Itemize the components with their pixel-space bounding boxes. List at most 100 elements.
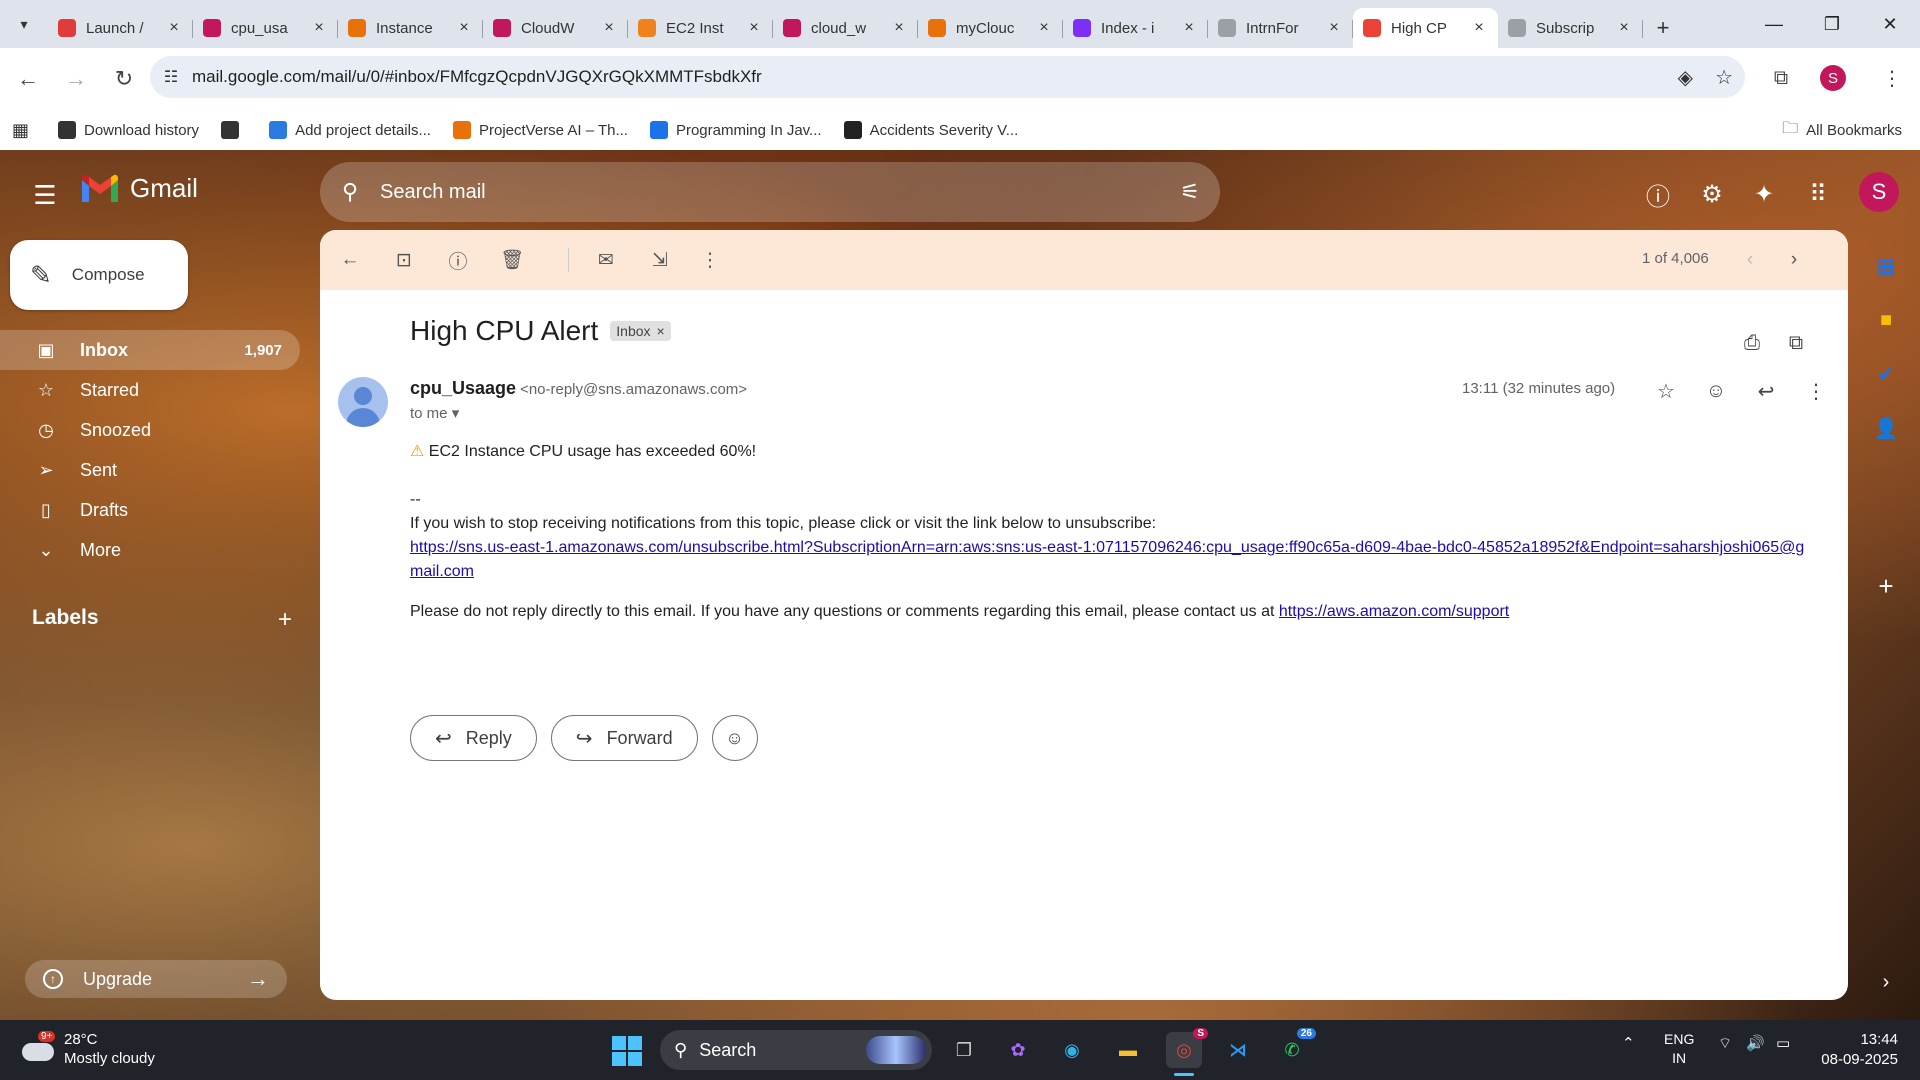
compose-button[interactable]: ✎ Compose — [10, 240, 188, 310]
site-info-icon[interactable]: ☷ — [150, 67, 192, 87]
system-clock[interactable]: 13:44 08-09-2025 — [1818, 1030, 1898, 1070]
tab-close-icon[interactable]: × — [1470, 19, 1488, 37]
report-spam-icon[interactable]: ⓘ — [440, 242, 476, 278]
nav-item-starred[interactable]: ☆ Starred — [0, 370, 300, 410]
main-menu-icon[interactable]: ☰ — [30, 180, 60, 210]
reply-button[interactable]: ↩ Reply — [410, 715, 537, 761]
back-to-inbox-icon[interactable]: ← — [332, 242, 368, 278]
nav-item-snoozed[interactable]: ◷ Snoozed — [0, 410, 300, 450]
edge-icon[interactable]: ◉ — [1054, 1032, 1090, 1068]
tab-close-icon[interactable]: × — [310, 19, 328, 37]
browser-tab[interactable]: Index - i × — [1063, 8, 1208, 48]
message-more-icon[interactable]: ⋮ — [1798, 373, 1834, 409]
browser-tab[interactable]: EC2 Inst × — [628, 8, 773, 48]
recipient-line[interactable]: to me ▾ — [410, 404, 459, 422]
bookmark-item[interactable] — [221, 121, 247, 139]
add-reaction-icon[interactable]: ☺ — [1698, 373, 1734, 409]
tab-close-icon[interactable]: × — [455, 19, 473, 37]
emoji-reaction-button[interactable]: ☺ — [711, 715, 758, 761]
gemini-icon[interactable]: ✦ — [1746, 176, 1782, 212]
back-button[interactable]: ← — [8, 59, 48, 99]
browser-tab[interactable]: CloudW × — [483, 8, 628, 48]
move-to-icon[interactable]: ⇲ — [642, 242, 678, 278]
add-label-button[interactable]: + — [278, 606, 292, 634]
contacts-icon[interactable]: 👤 — [1870, 412, 1902, 444]
browser-tab[interactable]: cloud_w × — [773, 8, 918, 48]
bookmark-item[interactable]: Accidents Severity V... — [843, 121, 1018, 139]
sender-name[interactable]: cpu_Usaage — [410, 378, 516, 398]
star-message-icon[interactable]: ☆ — [1648, 373, 1684, 409]
keep-icon[interactable]: ■ — [1870, 304, 1902, 336]
tab-close-icon[interactable]: × — [600, 19, 618, 37]
open-new-window-icon[interactable]: ⧉ — [1778, 325, 1814, 361]
search-icon[interactable]: ⚲ — [320, 179, 380, 205]
vscode-icon[interactable]: ⋊ — [1220, 1032, 1256, 1068]
tab-close-icon[interactable]: × — [1035, 19, 1053, 37]
calendar-icon[interactable]: ▦ — [1870, 250, 1902, 282]
reload-button[interactable]: ↻ — [104, 59, 144, 99]
delete-icon[interactable]: 🗑 — [494, 242, 530, 278]
google-apps-icon[interactable]: ⠿ — [1800, 176, 1836, 212]
all-bookmarks-button[interactable]: 🗀 All Bookmarks — [1782, 117, 1902, 144]
chrome-icon[interactable]: ◎ S — [1166, 1028, 1208, 1076]
browser-tab[interactable]: IntrnFor × — [1208, 8, 1353, 48]
volume-icon[interactable]: 🔊 — [1746, 1034, 1765, 1052]
extensions-icon[interactable]: ⧉ — [1763, 60, 1799, 96]
tasks-icon[interactable]: ✔ — [1870, 358, 1902, 390]
tab-close-icon[interactable]: × — [1325, 19, 1343, 37]
older-icon[interactable]: › — [1776, 242, 1812, 278]
settings-gear-icon[interactable]: ⚙ — [1694, 176, 1730, 212]
bookmark-item[interactable]: Add project details... — [269, 121, 431, 139]
remove-label-icon[interactable]: × — [657, 323, 665, 339]
browser-tab[interactable]: Subscrip × — [1498, 8, 1643, 48]
bookmark-item[interactable]: Download history — [58, 121, 199, 139]
taskbar-search[interactable]: ⚲ Search — [660, 1030, 932, 1070]
newer-icon[interactable]: ‹ — [1732, 242, 1768, 278]
mark-unread-icon[interactable]: ✉ — [588, 242, 624, 278]
profile-button[interactable]: S — [1815, 60, 1851, 96]
search-input[interactable]: Search mail — [380, 181, 1160, 204]
browser-tab[interactable]: Launch / × — [48, 8, 193, 48]
account-avatar[interactable]: S — [1859, 172, 1899, 212]
copilot-icon[interactable]: ✿ — [1000, 1032, 1036, 1068]
weather-widget[interactable]: 9+ 28°C Mostly cloudy — [20, 1030, 155, 1068]
tab-close-icon[interactable]: × — [890, 19, 908, 37]
start-button[interactable] — [612, 1036, 642, 1066]
show-hidden-icons[interactable]: ⌃ — [1622, 1034, 1635, 1052]
support-link[interactable]: https://aws.amazon.com/support — [1279, 603, 1509, 620]
new-tab-button[interactable]: + — [1643, 8, 1683, 48]
more-actions-icon[interactable]: ⋮ — [692, 242, 728, 278]
minimize-button[interactable]: — — [1745, 0, 1803, 48]
maximize-button[interactable]: ❐ — [1803, 0, 1861, 48]
print-icon[interactable]: ⎙ — [1734, 325, 1770, 361]
bookmark-item[interactable]: ProjectVerse AI – Th... — [452, 121, 628, 139]
unsubscribe-link[interactable]: https://sns.us-east-1.amazonaws.com/unsu… — [410, 539, 1804, 580]
archive-icon[interactable]: ⊡ — [386, 242, 422, 278]
close-window-button[interactable]: ✕ — [1861, 0, 1919, 48]
lens-icon[interactable]: ◈ — [1678, 65, 1693, 90]
browser-tab[interactable]: Instance × — [338, 8, 483, 48]
support-icon[interactable]: ⓘ — [1640, 176, 1676, 212]
battery-icon[interactable]: ▭ — [1776, 1034, 1790, 1052]
show-side-panel-icon[interactable]: › — [1870, 966, 1902, 998]
tab-search-button[interactable]: ▾ — [0, 0, 48, 48]
file-explorer-icon[interactable]: ▬ — [1110, 1032, 1146, 1068]
tab-close-icon[interactable]: × — [1615, 19, 1633, 37]
browser-tab[interactable]: myClouc × — [918, 8, 1063, 48]
tab-close-icon[interactable]: × — [165, 19, 183, 37]
bookmark-star-icon[interactable]: ☆ — [1715, 65, 1733, 90]
tab-close-icon[interactable]: × — [1180, 19, 1198, 37]
get-addons-icon[interactable]: + — [1870, 570, 1902, 602]
details-caret-icon[interactable]: ▾ — [452, 405, 460, 422]
upgrade-button[interactable]: ↑ Upgrade → — [25, 960, 287, 998]
gmail-logo[interactable]: Gmail — [80, 172, 198, 204]
apps-grid-icon[interactable]: ▦ — [12, 120, 36, 141]
forward-button[interactable]: → — [56, 59, 96, 99]
browser-tab[interactable]: High CP × — [1353, 8, 1498, 48]
nav-item-inbox[interactable]: ▣ Inbox 1,907 — [0, 330, 300, 370]
reply-icon[interactable]: ↩ — [1748, 373, 1784, 409]
browser-tab[interactable]: cpu_usa × — [193, 8, 338, 48]
search-options-icon[interactable]: ⚟ — [1160, 179, 1220, 205]
browser-menu-icon[interactable]: ⋮ — [1874, 60, 1910, 96]
whatsapp-icon[interactable]: ✆ 26 — [1274, 1028, 1316, 1068]
